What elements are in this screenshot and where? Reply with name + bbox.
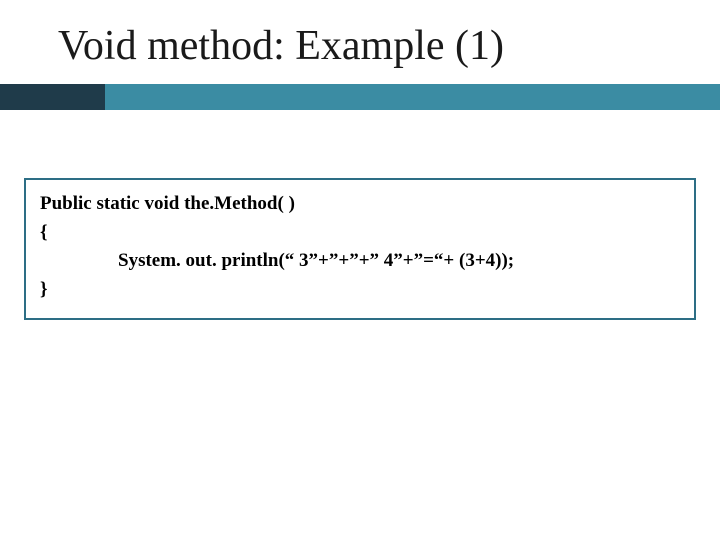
code-line-2: { — [40, 219, 680, 248]
code-line-3: System. out. println(“ 3”+”+”+” 4”+”=“+ … — [40, 247, 680, 276]
code-line-4: } — [40, 276, 680, 305]
divider-dark-segment — [0, 84, 105, 110]
slide-title: Void method: Example (1) — [0, 0, 720, 84]
divider-teal-segment — [105, 84, 720, 110]
title-divider — [0, 84, 720, 110]
code-line-1: Public static void the.Method( ) — [40, 190, 680, 219]
code-example-box: Public static void the.Method( ) { Syste… — [24, 178, 696, 320]
